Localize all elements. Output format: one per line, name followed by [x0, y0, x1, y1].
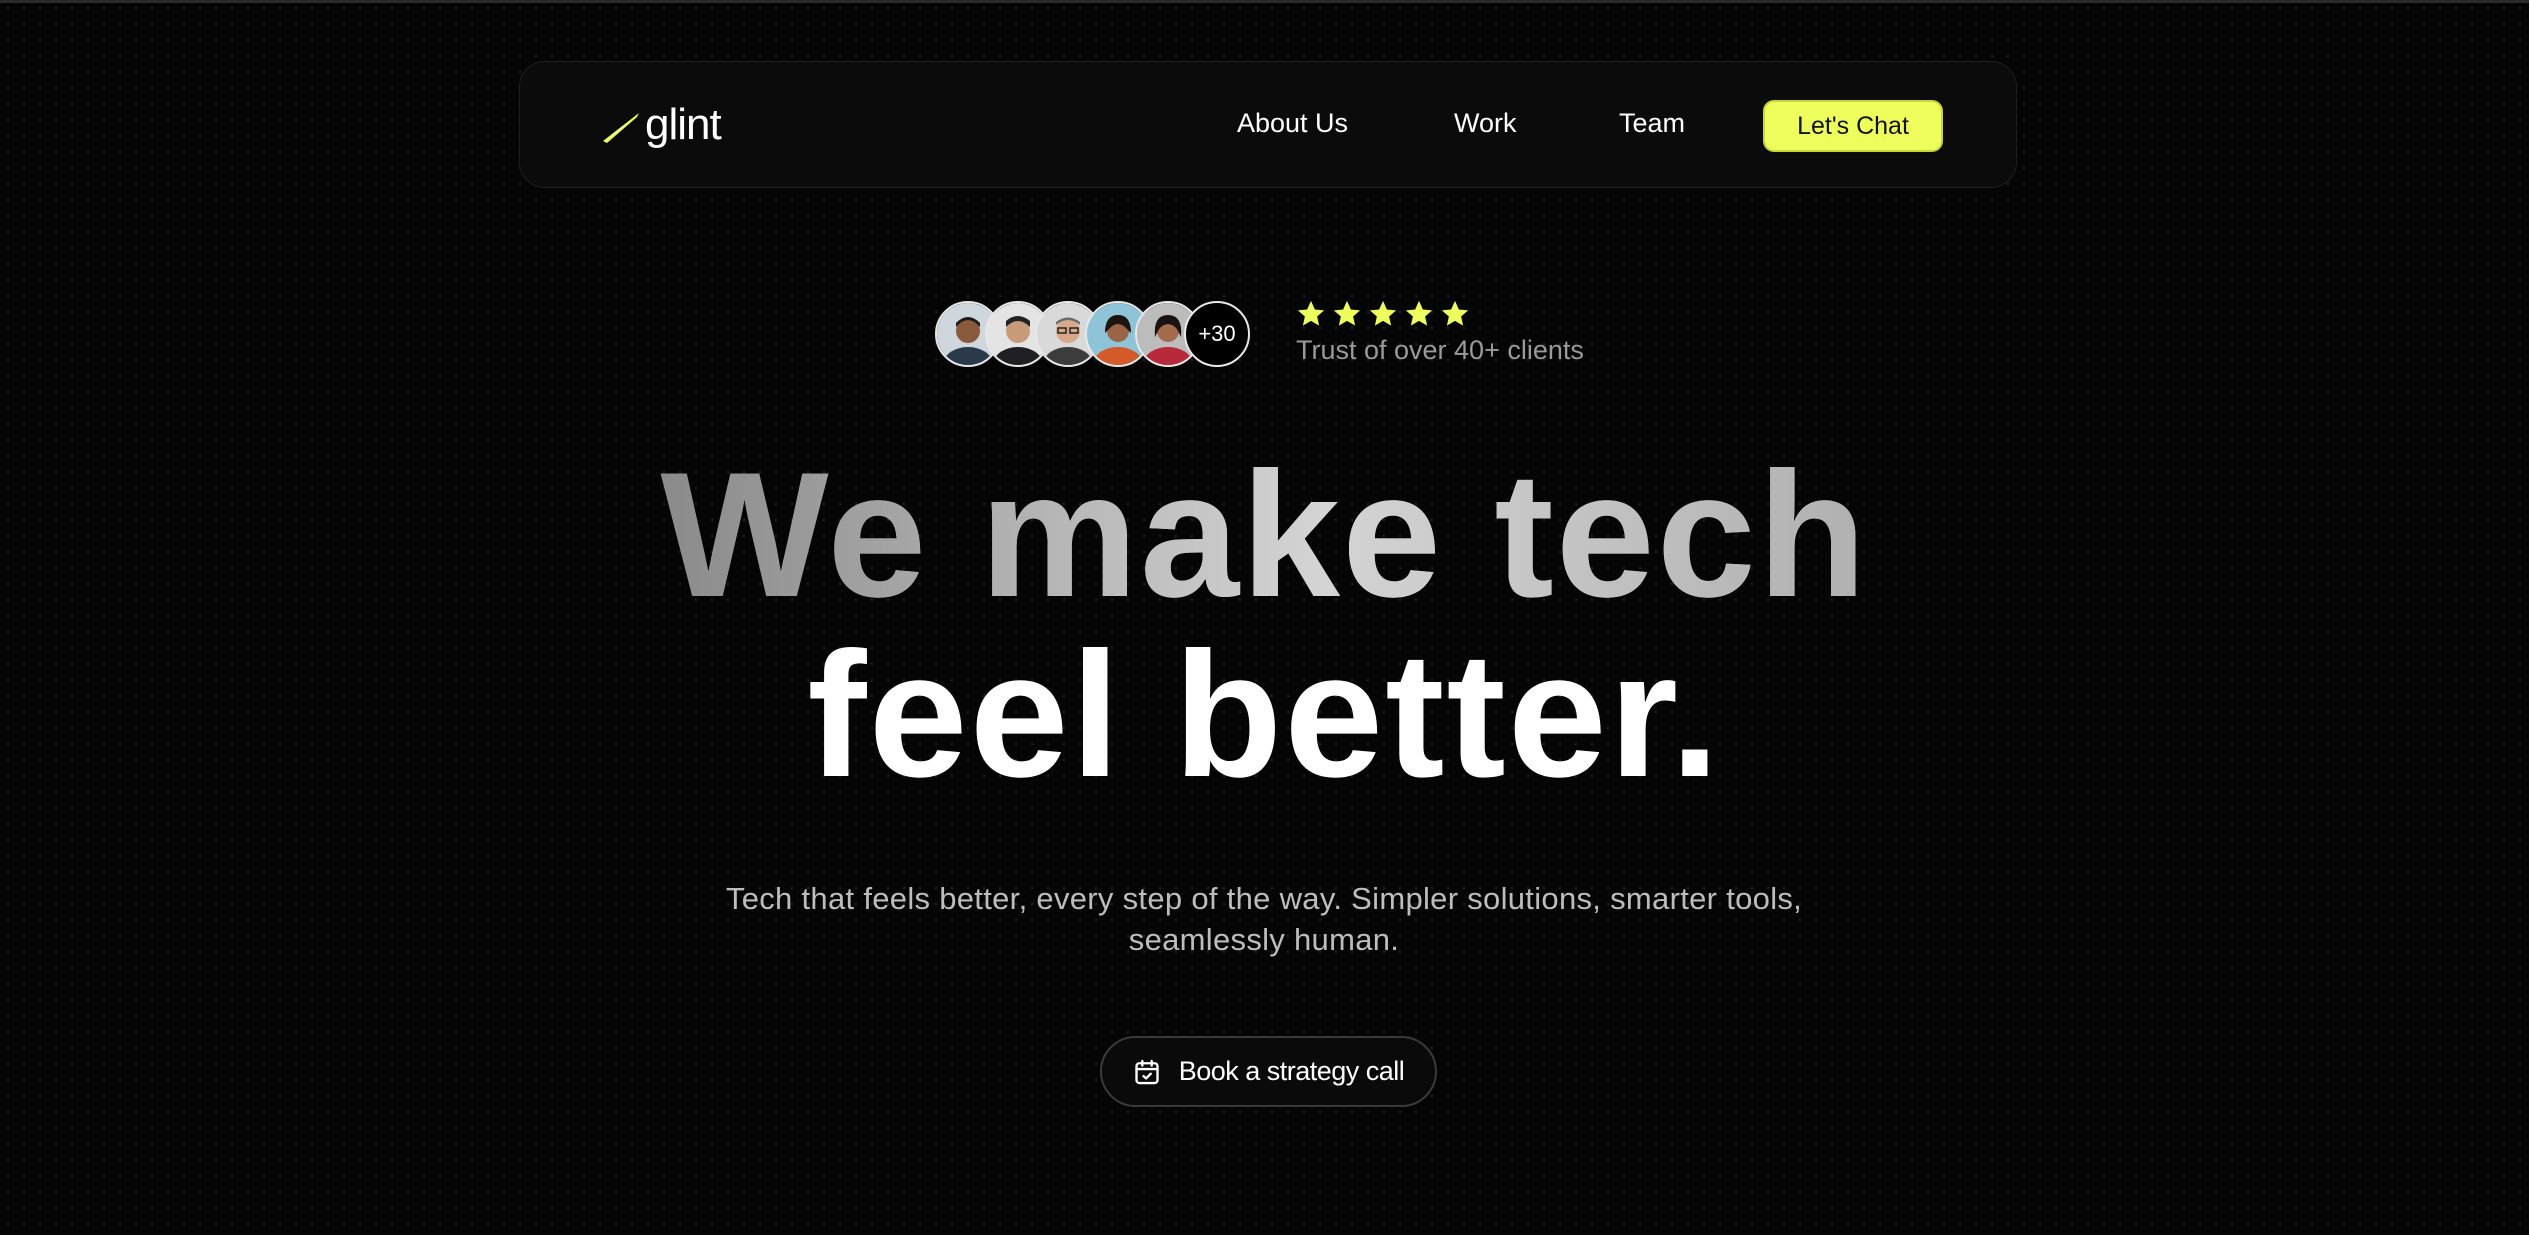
logo-text: glint [645, 100, 722, 149]
star-rating [1296, 299, 1584, 333]
nav-link-work[interactable]: Work [1454, 107, 1517, 139]
calendar-icon [1135, 1059, 1159, 1084]
lightning-streak-icon [603, 113, 639, 143]
star-icon [1405, 300, 1433, 326]
hero-headline-line1: We make tech [0, 440, 2529, 630]
client-avatars: +30 [935, 301, 1255, 367]
client-rating: Trust of over 40+ clients [1296, 299, 1584, 365]
star-icon [1333, 300, 1361, 326]
trust-text: Trust of over 40+ clients [1296, 335, 1584, 365]
lets-chat-button[interactable]: Let's Chat [1763, 100, 1943, 152]
nav-link-about-us[interactable]: About Us [1237, 107, 1348, 139]
book-strategy-call-button[interactable]: Book a strategy call [1100, 1036, 1437, 1107]
logo-link[interactable]: glint [601, 100, 722, 150]
star-icon [1297, 300, 1325, 326]
book-strategy-call-label: Book a strategy call [1178, 1056, 1405, 1086]
nav-link-team[interactable]: Team [1619, 107, 1685, 139]
hero-subtext: Tech that feels better, every step of th… [725, 881, 1803, 957]
navbar: glint About Us Work Team Let's Chat [519, 61, 2017, 188]
more-clients-badge: +30 [1184, 301, 1250, 367]
hero-headline-line1-text: We make tech [660, 435, 1869, 634]
star-icon [1369, 300, 1397, 326]
star-icon [1441, 300, 1469, 326]
hero-headline-line2: feel better. [807, 615, 1722, 814]
window-top-border [0, 0, 2529, 3]
